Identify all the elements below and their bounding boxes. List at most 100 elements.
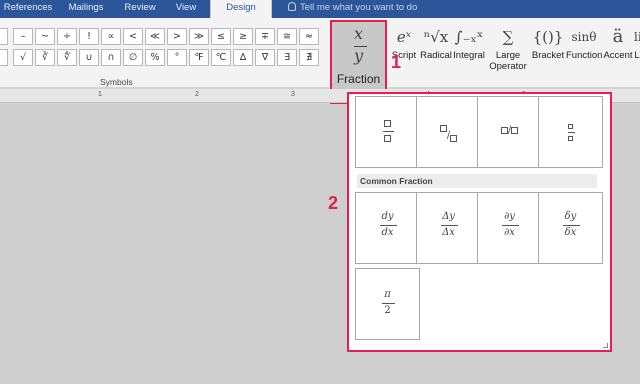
symbols-group-label: Symbols <box>100 77 133 87</box>
symbol-button[interactable]: ∄ <box>299 49 319 66</box>
bracket-icon: {()} <box>532 28 564 46</box>
symbol-button[interactable] <box>0 28 8 45</box>
ruler-number: 1 <box>98 91 102 98</box>
symbol-button[interactable] <box>0 49 8 66</box>
fraction-bar <box>563 225 580 226</box>
symbol-button[interactable]: ≅ <box>277 28 297 45</box>
symbol-button[interactable]: ∜ <box>57 49 77 66</box>
symbol-button[interactable]: ≫ <box>189 28 209 45</box>
symbol-button[interactable]: ∩ <box>101 49 121 66</box>
symbol-button[interactable]: ∪ <box>79 49 99 66</box>
fraction-numerator: δy <box>564 211 577 222</box>
fraction-denominator: δx <box>564 227 577 238</box>
function-button[interactable]: sinθ Function <box>566 24 602 86</box>
tell-me-text: Tell me what you want to do <box>300 2 418 13</box>
linear-fraction-tile[interactable]: / <box>477 96 542 168</box>
tab-view[interactable]: View <box>166 0 206 18</box>
symbol-button[interactable]: ° <box>167 49 187 66</box>
symbol-button[interactable]: ∃ <box>277 49 297 66</box>
placeholder-box-icon <box>539 121 602 132</box>
tab-review[interactable]: Review <box>114 0 166 18</box>
script-icon: eˣ <box>396 28 412 46</box>
ribbon: – ~ ÷ ! ∝ < ≪ > ≫ ≤ ≥ ∓ ≅ ≈ √ ∛ ∜ ∪ ∩ ∅ … <box>0 18 640 104</box>
function-label: Function <box>566 50 603 61</box>
symbol-button[interactable]: ≥ <box>233 28 253 45</box>
fraction-bar <box>380 225 397 226</box>
symbol-button[interactable]: ~ <box>35 28 55 45</box>
fraction-bar <box>441 225 458 226</box>
symbol-button[interactable]: – <box>13 28 33 45</box>
symbol-button[interactable]: ∓ <box>255 28 275 45</box>
placeholder-box-icon <box>356 133 419 144</box>
limit-label: L <box>634 50 640 61</box>
symbol-button[interactable]: ℃ <box>211 49 231 66</box>
common-fraction-tile[interactable]: Δy Δx <box>416 192 481 264</box>
limit-button[interactable]: lim L <box>634 24 640 86</box>
large-operator-label: Large Operator <box>489 50 527 72</box>
symbol-button[interactable]: < <box>123 28 143 45</box>
fraction-numerator: Δy <box>442 211 455 222</box>
fraction-bar <box>502 225 519 226</box>
symbol-button[interactable]: ∝ <box>101 28 121 45</box>
tell-me-search[interactable]: Tell me what you want to do <box>288 0 417 18</box>
symbol-button[interactable]: ! <box>79 28 99 45</box>
symbol-button[interactable]: > <box>167 28 187 45</box>
ribbon-tab-bar: References Mailings Review View Design T… <box>0 0 640 18</box>
symbol-button[interactable]: % <box>145 49 165 66</box>
radical-label: Radical <box>420 50 452 61</box>
placeholder-box-icon <box>539 133 602 144</box>
limit-icon: lim <box>634 30 640 44</box>
bracket-button[interactable]: {()} Bracket <box>530 24 566 86</box>
integral-button[interactable]: ∫₋ₓˣ Integral <box>452 24 486 86</box>
lightbulb-icon <box>288 2 296 11</box>
fraction-bar <box>382 303 395 304</box>
common-fraction-tile[interactable]: π 2 <box>355 268 420 340</box>
fraction-gallery: / / Common Fraction dy dx Δy Δx ∂y ∂x δy… <box>347 92 612 352</box>
symbol-button[interactable]: ≤ <box>211 28 231 45</box>
symbol-button[interactable]: ÷ <box>57 28 77 45</box>
common-fraction-tile[interactable]: ∂y ∂x <box>477 192 542 264</box>
radical-icon: ⁿ√x <box>423 28 449 46</box>
common-fraction-tile[interactable]: δy δx <box>538 192 603 264</box>
tab-design[interactable]: Design <box>210 0 272 18</box>
fraction-numerator: π <box>384 289 391 300</box>
fraction-label: Fraction <box>336 72 381 86</box>
fraction-denominator: y <box>353 46 364 65</box>
placeholder-box-icon <box>356 118 419 129</box>
symbol-button[interactable]: ∆ <box>233 49 253 66</box>
fraction-denominator: ∂x <box>504 227 515 238</box>
tab-mailings[interactable]: Mailings <box>58 0 114 18</box>
skewed-fraction-tile[interactable]: / <box>416 96 481 168</box>
linear-fraction-icon: / <box>478 125 541 136</box>
common-fraction-tile[interactable]: dy dx <box>355 192 420 264</box>
function-icon: sinθ <box>571 30 597 44</box>
sigma-icon: ∑ <box>502 28 514 46</box>
symbol-button[interactable]: ≪ <box>145 28 165 45</box>
symbol-button[interactable]: ℉ <box>189 49 209 66</box>
ruler-number: 3 <box>291 91 295 98</box>
small-fraction-tile[interactable] <box>538 96 603 168</box>
stacked-fraction-tile[interactable] <box>355 96 420 168</box>
fraction-numerator: x <box>353 24 364 43</box>
fraction-denominator: dx <box>381 227 394 238</box>
tab-references[interactable]: References <box>0 0 56 18</box>
resize-grip-icon[interactable] <box>603 343 608 348</box>
fraction-denominator: 2 <box>384 305 391 316</box>
step-marker-1: 1 <box>391 52 402 72</box>
symbol-button[interactable]: ∇ <box>255 49 275 66</box>
symbol-button[interactable]: √ <box>13 49 33 66</box>
large-operator-button[interactable]: ∑ Large Operator <box>486 24 530 86</box>
symbol-button[interactable]: ≈ <box>299 28 319 45</box>
symbol-button[interactable]: ∅ <box>123 49 143 66</box>
bracket-label: Bracket <box>531 50 565 61</box>
fraction-denominator: Δx <box>442 227 455 238</box>
fraction-numerator: dy <box>381 211 394 222</box>
integral-label: Integral <box>453 50 485 61</box>
integral-icon: ∫₋ₓˣ <box>454 28 484 46</box>
ruler-number: 2 <box>195 91 199 98</box>
accent-button[interactable]: ä Accent <box>602 24 634 86</box>
skewed-fraction-icon: / <box>417 125 480 142</box>
symbol-button[interactable]: ∛ <box>35 49 55 66</box>
accent-icon: ä <box>612 26 624 47</box>
radical-button[interactable]: ⁿ√x Radical <box>418 24 454 86</box>
